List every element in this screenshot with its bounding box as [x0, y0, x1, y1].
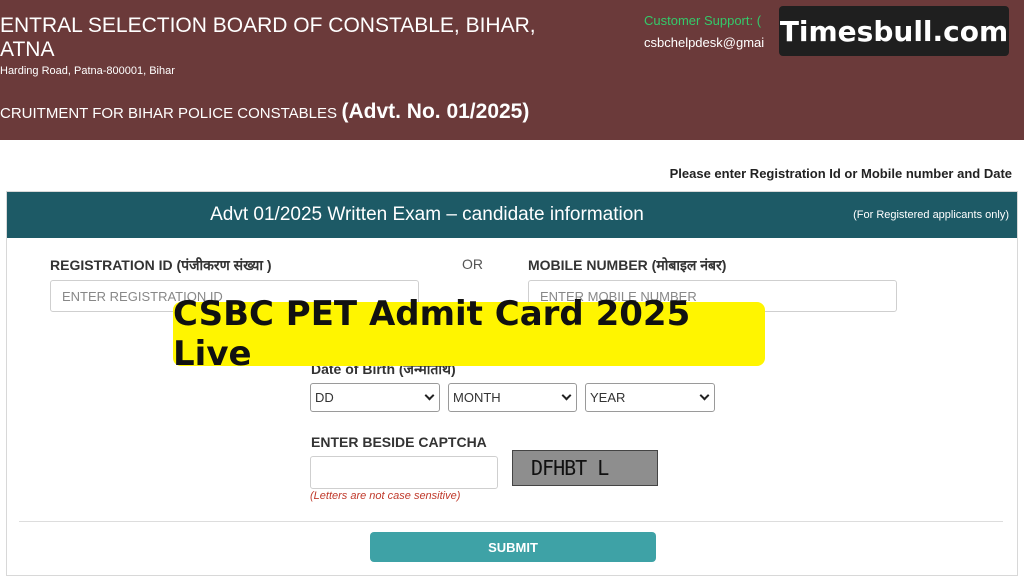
or-separator: OR [462, 256, 483, 272]
registration-id-label: REGISTRATION ID (पंजीकरण संख्या ) [50, 257, 272, 273]
captcha-image: DFHBT L [512, 450, 658, 486]
instruction-text: Please enter Registration Id or Mobile n… [669, 166, 1012, 181]
recruitment-text: CRUITMENT FOR BIHAR POLICE CONSTABLES [0, 105, 337, 122]
mobile-number-label: MOBILE NUMBER (मोबाइल नंबर) [528, 257, 727, 273]
chevron-down-icon [424, 390, 435, 401]
chevron-down-icon [699, 390, 710, 401]
captcha-input[interactable] [310, 456, 498, 489]
headline-banner: CSBC PET Admit Card 2025 Live [173, 294, 765, 374]
org-title-continued: ATNA [0, 38, 55, 61]
dob-month-select[interactable]: MONTH [448, 383, 577, 412]
dob-year-select[interactable]: YEAR [585, 383, 715, 412]
card-note: (For Registered applicants only) [853, 209, 1009, 221]
captcha-hint: (Letters are not case sensitive) [310, 490, 461, 502]
candidate-form-card: Advt 01/2025 Written Exam – candidate in… [6, 191, 1018, 576]
org-address: Harding Road, Patna-800001, Bihar [0, 65, 175, 77]
dob-day-select[interactable]: DD [310, 383, 440, 412]
support-email[interactable]: csbchelpdesk@gmai [644, 35, 764, 50]
advertisement-number: (Advt. No. 01/2025) [341, 100, 530, 123]
recruitment-heading: CRUITMENT FOR BIHAR POLICE CONSTABLES (A… [0, 100, 529, 124]
form-divider [19, 521, 1003, 522]
dob-day-value: DD [315, 390, 334, 405]
customer-support-label: Customer Support: ( [644, 13, 762, 28]
submit-button[interactable]: SUBMIT [370, 532, 656, 562]
watermark-badge: Timesbull.com [779, 6, 1009, 56]
card-title: Advt 01/2025 Written Exam – candidate in… [210, 204, 644, 225]
card-header: Advt 01/2025 Written Exam – candidate in… [7, 192, 1017, 238]
captcha-label: ENTER BESIDE CAPTCHA [311, 434, 487, 450]
dob-year-value: YEAR [590, 390, 626, 405]
chevron-down-icon [561, 390, 572, 401]
dob-month-value: MONTH [453, 390, 501, 405]
org-title: ENTRAL SELECTION BOARD OF CONSTABLE, BIH… [0, 14, 536, 37]
